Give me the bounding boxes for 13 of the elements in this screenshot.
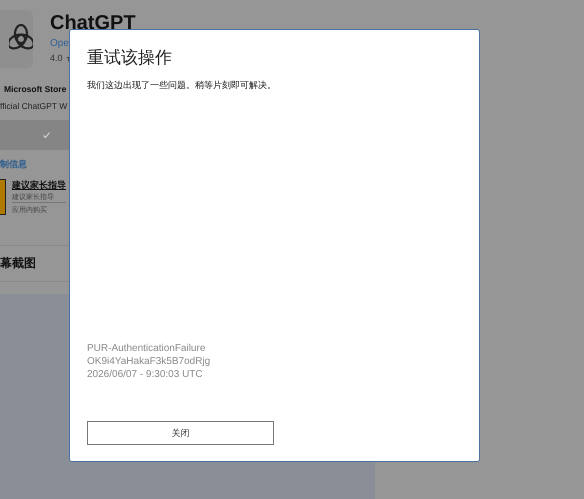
app-title: ChatGPT: [50, 11, 136, 36]
close-button[interactable]: 关闭: [87, 421, 274, 445]
error-code: PUR-AuthenticationFailure: [87, 342, 206, 355]
app-description: fficial ChatGPT W: [0, 101, 68, 111]
dialog-title: 重试该操作: [87, 47, 173, 69]
section-heading: 幕截图: [0, 255, 36, 272]
age-rating-title[interactable]: 建议家长指导: [12, 179, 66, 192]
dialog-message: 我们这边出现了一些问题。稍等片刻即可解决。: [87, 79, 277, 92]
correlation-id: OK9i4YaHakaF3k5B7odRjg: [87, 355, 212, 368]
store-label: Microsoft Store: [4, 84, 66, 94]
error-timestamp: 2026/06/07 - 9:30:03 UTC: [87, 368, 204, 381]
rating-value: 4.0: [50, 53, 63, 63]
checkmark-icon: [43, 132, 50, 138]
